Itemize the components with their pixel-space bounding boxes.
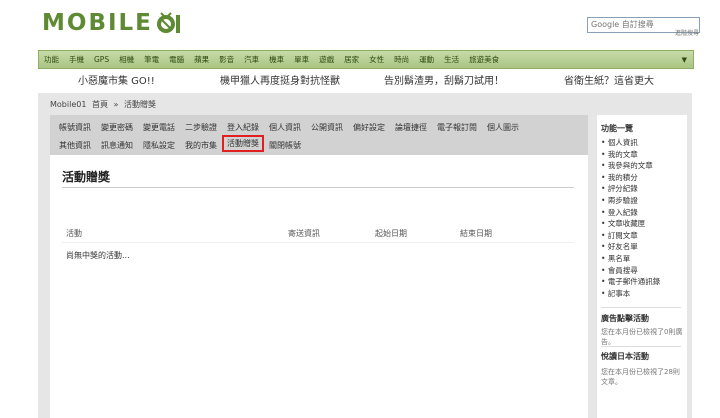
nav-item[interactable]: 遊戲 xyxy=(314,54,339,65)
main-panel: 帳號資訊 變更密碼 變更電話 二步驗證 登入紀錄 個人資訊 公開資訊 偏好設定 … xyxy=(50,115,588,418)
ad-activity-text: 您在本月份已檢視了0則廣告。 xyxy=(601,328,683,346)
nav-item[interactable]: GPS xyxy=(89,55,114,64)
tab-change-password[interactable]: 變更密碼 xyxy=(96,120,138,135)
tab-account-info[interactable]: 帳號資訊 xyxy=(54,120,96,135)
sidebar-item[interactable]: 好友名單 xyxy=(601,241,681,253)
logo-01-icon xyxy=(156,12,180,33)
search-box: 進階搜尋 xyxy=(587,12,700,37)
nav-item[interactable]: 功能 xyxy=(39,54,64,65)
column-header-end-date: 結束日期 xyxy=(460,229,492,238)
sidebar-item[interactable]: 登入紀錄 xyxy=(601,207,681,219)
tab-login-history[interactable]: 登入紀錄 xyxy=(222,120,264,135)
sidebar-item[interactable]: 電子郵件通訊錄 xyxy=(601,276,681,288)
nav-item[interactable]: 運動 xyxy=(414,54,439,65)
sidebar-item[interactable]: 文章收藏匣 xyxy=(601,218,681,230)
column-header-start-date: 起始日期 xyxy=(375,229,407,238)
tab-avatar[interactable]: 個人圖示 xyxy=(482,120,524,135)
nav-item[interactable]: 手機 xyxy=(64,54,89,65)
account-tabs: 帳號資訊 變更密碼 變更電話 二步驗證 登入紀錄 個人資訊 公開資訊 偏好設定 … xyxy=(50,115,588,155)
page-title: 活動贈獎 xyxy=(62,170,111,184)
tab-newsletter[interactable]: 電子報訂閱 xyxy=(432,120,482,135)
breadcrumb-current: 活動贈獎 xyxy=(123,100,156,109)
tab-change-phone[interactable]: 變更電話 xyxy=(138,120,180,135)
sidebar-item[interactable]: 黑名單 xyxy=(601,253,681,265)
nav-item[interactable]: 生活 xyxy=(439,54,464,65)
nav-item[interactable]: 單車 xyxy=(289,54,314,65)
divider xyxy=(62,187,574,188)
breadcrumb-home[interactable]: 首頁 xyxy=(92,100,108,109)
tab-privacy[interactable]: 隱私設定 xyxy=(138,138,180,153)
tab-close-account[interactable]: 關閉帳號 xyxy=(264,138,306,153)
sidebar-item[interactable]: 我參與的文章 xyxy=(601,160,681,172)
nav-item[interactable]: 機車 xyxy=(264,54,289,65)
tab-prize-events[interactable]: 活動贈獎 xyxy=(222,135,264,152)
promo-link[interactable]: 機甲獵人再度挺身對抗怪獸 xyxy=(220,72,340,87)
nav-item[interactable]: 時尚 xyxy=(389,54,414,65)
sidebar-list: 個人資訊 我的文章 我參與的文章 我的積分 評分紀錄 兩步驗證 登入紀錄 文章收… xyxy=(601,137,681,299)
nav-item[interactable]: 女性 xyxy=(364,54,389,65)
tab-two-step[interactable]: 二步驗證 xyxy=(180,120,222,135)
empty-state-text: 尚無中獎的活動... xyxy=(66,251,130,260)
japan-activity-text: 您在本月份已檢視了28則文章。 xyxy=(601,368,680,386)
tab-public-info[interactable]: 公開資訊 xyxy=(306,120,348,135)
sidebar-title: 功能一覽 xyxy=(601,124,633,133)
tab-personal-info[interactable]: 個人資訊 xyxy=(264,120,306,135)
breadcrumb: Mobile01 首頁 » 活動贈獎 xyxy=(50,99,159,110)
nav-item[interactable]: 筆電 xyxy=(139,54,164,65)
sidebar-item[interactable]: 會員搜尋 xyxy=(601,265,681,277)
promo-link[interactable]: 告別鬍渣男，刮鬍刀試用！ xyxy=(384,72,504,87)
tab-other-info[interactable]: 其他資訊 xyxy=(54,138,96,153)
nav-item[interactable]: 電腦 xyxy=(164,54,189,65)
tab-my-market[interactable]: 我的市集 xyxy=(180,138,222,153)
sidebar-item[interactable]: 訂閱文章 xyxy=(601,230,681,242)
header: MOBILE 進階搜尋 xyxy=(0,0,720,48)
nav-item[interactable]: 影音 xyxy=(214,54,239,65)
promo-link[interactable]: 小惡魔市集 GO!! xyxy=(78,72,155,87)
divider xyxy=(62,242,574,243)
content-area: Mobile01 首頁 » 活動贈獎 帳號資訊 變更密碼 變更電話 二步驗證 登… xyxy=(38,93,692,418)
nav-expand-icon[interactable]: ▼ xyxy=(682,56,687,64)
sidebar: 功能一覽 個人資訊 我的文章 我參與的文章 我的積分 評分紀錄 兩步驗證 登入紀… xyxy=(597,115,687,418)
sidebar-item[interactable]: 評分紀錄 xyxy=(601,183,681,195)
tab-forum-shortcuts[interactable]: 論壇捷徑 xyxy=(390,120,432,135)
sidebar-item[interactable]: 記事本 xyxy=(601,288,681,300)
nav-item[interactable]: 旅遊美食 xyxy=(464,54,504,65)
breadcrumb-site[interactable]: Mobile01 xyxy=(50,100,86,109)
promo-link[interactable]: 省衛生紙？這省更大 xyxy=(564,72,654,87)
divider xyxy=(601,307,681,308)
logo-text: MOBILE xyxy=(42,10,153,36)
divider xyxy=(601,346,681,347)
sidebar-item[interactable]: 我的文章 xyxy=(601,149,681,161)
sidebar-item[interactable]: 我的積分 xyxy=(601,172,681,184)
tab-notifications[interactable]: 訊息通知 xyxy=(96,138,138,153)
nav-item[interactable]: 居家 xyxy=(339,54,364,65)
logo[interactable]: MOBILE xyxy=(42,10,183,36)
nav-item[interactable]: 蘋果 xyxy=(189,54,214,65)
tab-preferences[interactable]: 偏好設定 xyxy=(348,120,390,135)
nav-item[interactable]: 汽車 xyxy=(239,54,264,65)
japan-activity-title: 悅讀日本活動 xyxy=(601,352,649,361)
column-header-shipping: 寄送資訊 xyxy=(288,229,320,238)
nav-item[interactable]: 相機 xyxy=(114,54,139,65)
sidebar-item[interactable]: 個人資訊 xyxy=(601,137,681,149)
promo-banner: 小惡魔市集 GO!! 機甲獵人再度挺身對抗怪獸 告別鬍渣男，刮鬍刀試用！ 省衛生… xyxy=(38,72,692,90)
column-header-event: 活動 xyxy=(66,229,82,238)
main-nav: 功能 手機 GPS 相機 筆電 電腦 蘋果 影音 汽車 機車 單車 遊戲 居家 … xyxy=(38,50,694,69)
advanced-search-link[interactable]: 進階搜尋 xyxy=(675,28,699,37)
breadcrumb-separator: » xyxy=(113,100,119,109)
ad-activity-title: 廣告點擊活動 xyxy=(601,314,649,323)
sidebar-item[interactable]: 兩步驗證 xyxy=(601,195,681,207)
